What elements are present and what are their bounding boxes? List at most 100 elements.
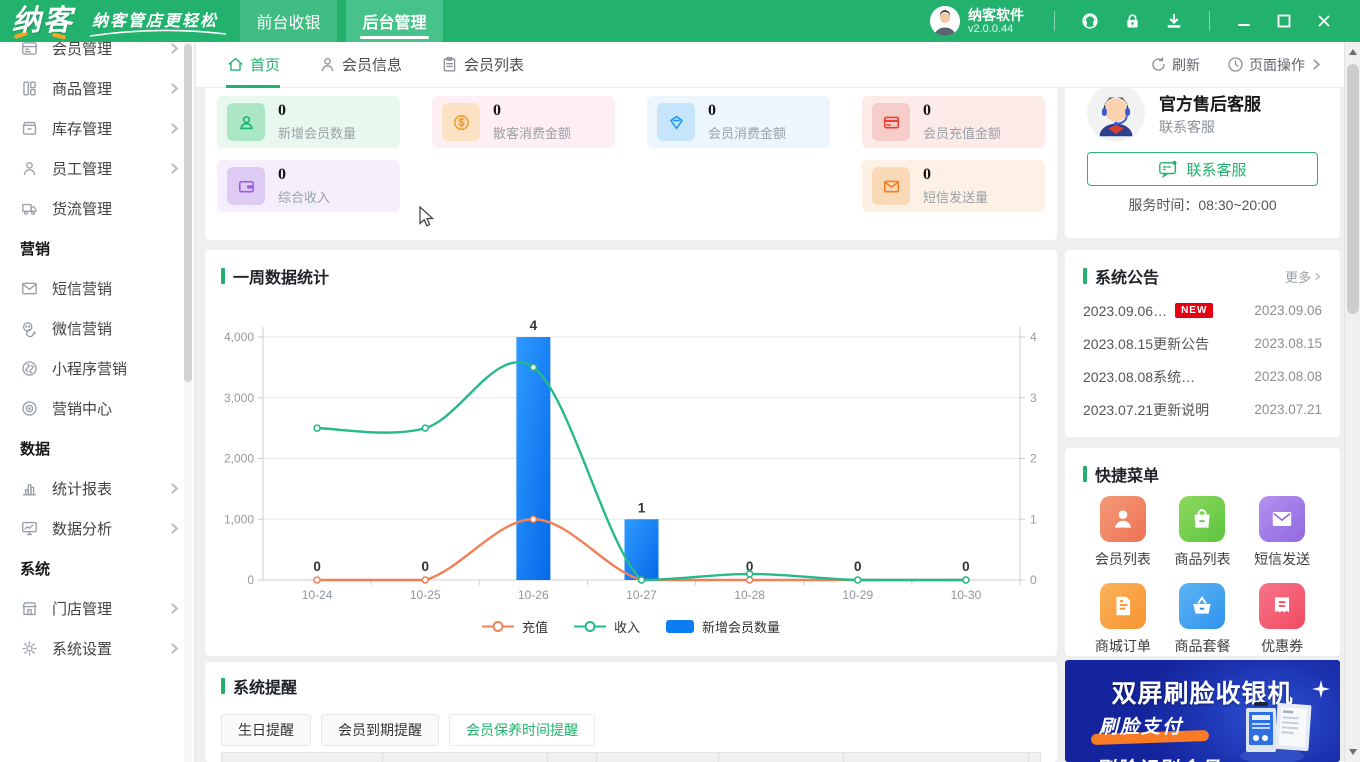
sidebar-item-label: 统计报表: [52, 480, 113, 498]
legend-swatch: [666, 620, 694, 633]
stat-card-新增会员数量[interactable]: 0 新增会员数量: [217, 96, 400, 148]
announcement-item[interactable]: 2023.09.06… NEW 2023.09.06: [1083, 294, 1322, 327]
quick-item-优惠券[interactable]: 优惠券: [1259, 583, 1306, 656]
brand-tagline-wrap: 纳客管店更轻松: [89, 7, 227, 37]
sidebar-item[interactable]: 数据分析: [0, 508, 194, 548]
sidebar-item[interactable]: 员工管理: [0, 148, 194, 188]
sms-icon: [20, 278, 40, 298]
lock-icon[interactable]: [1122, 11, 1142, 31]
scroll-up-icon[interactable]: [1345, 44, 1360, 60]
header-nav-backoffice[interactable]: 后台管理: [346, 0, 444, 42]
mail-icon: [872, 167, 910, 205]
announcements-more-link[interactable]: 更多: [1285, 267, 1322, 286]
quick-item-label: 会员列表: [1094, 551, 1151, 567]
maximize-button[interactable]: [1273, 10, 1295, 32]
clock-icon: [1226, 55, 1245, 74]
sidebar-item[interactable]: 货流管理: [0, 188, 194, 228]
announcement-item[interactable]: 2023.08.15更新公告 2023.08.15: [1083, 327, 1322, 360]
announcement-title: 2023.07.21更新说明: [1083, 401, 1210, 418]
quick-item-商品列表[interactable]: 商品列表: [1174, 496, 1230, 569]
minimize-button[interactable]: [1233, 10, 1255, 32]
legend-item-充值[interactable]: 充值: [481, 617, 548, 636]
action-刷新[interactable]: 刷新: [1149, 55, 1200, 75]
svg-text:10-26: 10-26: [518, 588, 549, 602]
target-icon: [20, 398, 40, 418]
tab-首页[interactable]: 首页: [226, 42, 281, 88]
svg-text:1,000: 1,000: [224, 512, 254, 526]
svg-text:0: 0: [247, 573, 254, 587]
action-label: 页面操作: [1249, 56, 1305, 73]
stat-card-综合收入[interactable]: 0 综合收入: [217, 160, 400, 212]
svg-text:10-27: 10-27: [626, 588, 657, 602]
legend-label: 新增会员数量: [702, 620, 781, 635]
svg-text:3,000: 3,000: [224, 391, 254, 405]
sidebar-scrollbar-thumb[interactable]: [184, 44, 192, 382]
report-icon: [20, 478, 40, 498]
ad-banner[interactable]: 双屏刷脸收银机 刷脸支付 刷脸识别会员: [1065, 660, 1340, 762]
bag-icon: [1179, 496, 1226, 542]
quick-item-会员列表[interactable]: 会员列表: [1095, 496, 1151, 569]
quick-item-label: 短信发送: [1254, 551, 1311, 567]
tab-会员列表[interactable]: 会员列表: [440, 42, 524, 88]
chevron-right-icon: [169, 82, 180, 94]
quick-item-短信发送[interactable]: 短信发送: [1254, 496, 1310, 569]
main-scrollbar[interactable]: [1344, 42, 1360, 762]
analysis-icon: [20, 518, 40, 538]
wallet-icon: [227, 167, 265, 205]
svg-text:0: 0: [854, 559, 862, 574]
banner-subline2: 刷脸识别会员: [1095, 754, 1221, 762]
header-nav-pos[interactable]: 前台收银: [240, 0, 338, 42]
quick-item-商城订单[interactable]: 商城订单: [1095, 583, 1151, 656]
tab-会员信息[interactable]: 会员信息: [318, 42, 402, 88]
main-scrollbar-thumb[interactable]: [1347, 64, 1359, 314]
chart-title: 一周数据统计: [221, 264, 1041, 288]
chevron-right-icon: [169, 162, 180, 174]
support-icon[interactable]: [1080, 11, 1100, 31]
stat-card-散客消费金额[interactable]: 0 散客消费金额: [432, 96, 615, 148]
legend-label: 充值: [521, 620, 548, 635]
sidebar-item-label: 系统设置: [52, 640, 113, 658]
stat-label: 新增会员数量: [278, 126, 357, 141]
sidebar-item[interactable]: 小程序营销: [0, 348, 194, 388]
announcement-item[interactable]: 2023.07.21更新说明 2023.07.21: [1083, 393, 1322, 426]
stat-card-会员消费金额[interactable]: 0 会员消费金额: [647, 96, 830, 148]
announcement-item[interactable]: 2023.08.08系统… 2023.08.08: [1083, 360, 1322, 393]
tab-label: 会员列表: [464, 57, 525, 74]
stat-card-短信发送量[interactable]: 0 短信发送量: [862, 160, 1045, 212]
reminder-tab-会员到期提醒[interactable]: 会员到期提醒: [321, 714, 439, 746]
svg-text:2: 2: [1030, 452, 1037, 466]
reminder-tab-生日提醒[interactable]: 生日提醒: [221, 714, 311, 746]
sidebar-item[interactable]: 商品管理: [0, 68, 194, 108]
sidebar-item[interactable]: 微信营销: [0, 308, 194, 348]
sidebar-item[interactable]: 库存管理: [0, 108, 194, 148]
wechat-icon: [20, 318, 40, 338]
app-header: 纳客 纳客管店更轻松 前台收银 后台管理 纳客软件 v2.0.0.44: [0, 0, 1360, 42]
sidebar-item[interactable]: 短信营销: [0, 268, 194, 308]
legend-item-新增会员数量[interactable]: 新增会员数量: [666, 617, 780, 636]
stat-card-会员充值金额[interactable]: 0 会员充值金额: [862, 96, 1045, 148]
sidebar-item[interactable]: 系统设置: [0, 628, 194, 668]
staff-icon: [20, 158, 40, 178]
action-页面操作[interactable]: 页面操作: [1226, 55, 1322, 75]
app-window: 纳客 纳客管店更轻松 前台收银 后台管理 纳客软件 v2.0.0.44 会员管理…: [0, 0, 1360, 762]
coupon-icon: [1259, 583, 1306, 629]
legend-item-收入[interactable]: 收入: [573, 617, 640, 636]
sidebar-item-label: 库存管理: [52, 120, 113, 138]
user-account[interactable]: 纳客软件 v2.0.0.44: [930, 6, 1024, 36]
sidebar-item[interactable]: 门店管理: [0, 588, 194, 628]
scroll-down-icon[interactable]: [1345, 744, 1360, 760]
reminder-tab-会员保养时间提醒[interactable]: 会员保养时间提醒: [449, 714, 595, 746]
sidebar-item[interactable]: 统计报表: [0, 468, 194, 508]
contact-service-button[interactable]: 联系客服: [1087, 152, 1318, 186]
sidebar-item[interactable]: 营销中心: [0, 388, 194, 428]
download-icon[interactable]: [1164, 11, 1184, 31]
legend-swatch: [573, 620, 606, 633]
new-badge: NEW: [1175, 303, 1214, 318]
week-stats-panel: 一周数据统计 0 1,000 2,000 3,000 4,000 0 1 2 3 4 10-24 10…: [205, 250, 1057, 656]
quick-item-商品套餐[interactable]: 商品套餐: [1174, 583, 1230, 656]
sidebar-scrollbar[interactable]: [184, 42, 192, 762]
sidebar-item[interactable]: 会员管理: [0, 42, 194, 68]
close-button[interactable]: [1313, 10, 1335, 32]
svg-text:1: 1: [1030, 512, 1037, 526]
header-right: 纳客软件 v2.0.0.44: [930, 0, 1360, 42]
